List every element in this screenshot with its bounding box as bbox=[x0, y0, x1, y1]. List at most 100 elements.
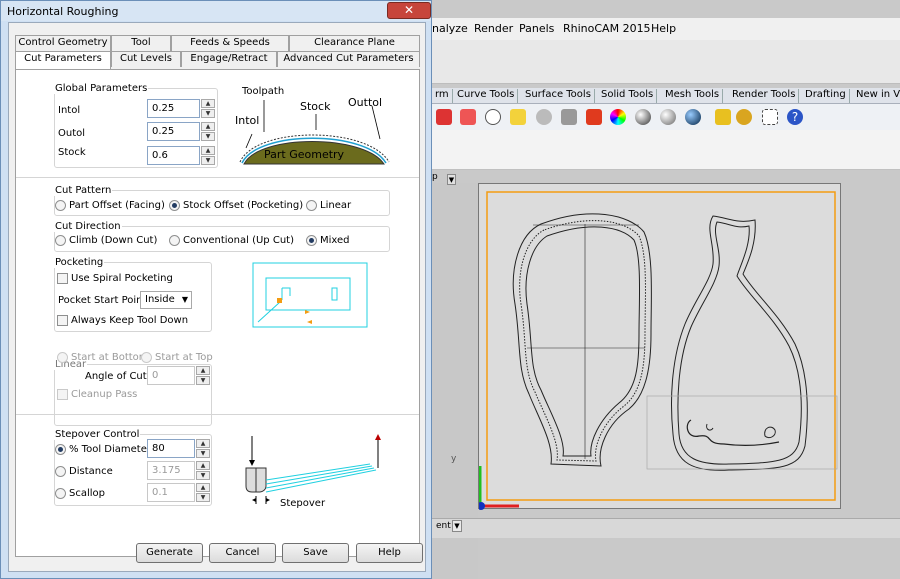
use-spiral-label[interactable]: Use Spiral Pocketing bbox=[71, 273, 173, 284]
tab-transform[interactable]: rm bbox=[432, 89, 453, 103]
part-offset-label[interactable]: Part Offset (Facing) bbox=[69, 200, 165, 211]
stock-spinner[interactable]: 0.6 ▲ ▼ bbox=[147, 146, 215, 165]
generate-button[interactable]: Generate bbox=[136, 543, 203, 563]
gear-icon[interactable] bbox=[736, 109, 752, 125]
close-button[interactable]: ✕ bbox=[387, 2, 431, 19]
linear-label[interactable]: Linear bbox=[320, 200, 351, 211]
tab-tool[interactable]: Tool bbox=[111, 35, 171, 51]
lightbulb-icon[interactable] bbox=[536, 109, 552, 125]
save-button[interactable]: Save bbox=[282, 543, 349, 563]
tab-mesh-tools[interactable]: Mesh Tools bbox=[662, 89, 724, 103]
intol-up-arrow-icon[interactable]: ▲ bbox=[201, 99, 215, 108]
light-cone-icon[interactable] bbox=[715, 109, 731, 125]
tool-diameter-up-arrow-icon[interactable]: ▲ bbox=[196, 439, 210, 448]
pocket-start-point-select[interactable]: Inside ▼ bbox=[140, 291, 192, 309]
scallop-up-arrow-icon[interactable]: ▲ bbox=[196, 483, 210, 492]
viewport-menu-arrow[interactable]: ▼ bbox=[447, 174, 456, 185]
car-icon-2[interactable] bbox=[460, 109, 476, 125]
stock-down-arrow-icon[interactable]: ▼ bbox=[201, 156, 215, 165]
tab-curve-tools[interactable]: Curve Tools bbox=[454, 89, 519, 103]
menu-panels[interactable]: Panels bbox=[519, 22, 554, 35]
angle-of-cuts-spinner[interactable]: 0 ▲ ▼ bbox=[147, 366, 210, 385]
tab-control-geometry[interactable]: Control Geometry bbox=[15, 35, 111, 51]
menu-render[interactable]: Render bbox=[474, 22, 513, 35]
tab-feeds-speeds[interactable]: Feeds & Speeds bbox=[171, 35, 289, 51]
radio-climb[interactable] bbox=[55, 235, 66, 246]
radio-distance[interactable] bbox=[55, 466, 66, 477]
material-icon[interactable] bbox=[586, 109, 602, 125]
tab-render-tools[interactable]: Render Tools bbox=[729, 89, 800, 103]
cancel-button[interactable]: Cancel bbox=[209, 543, 276, 563]
outol-down-arrow-icon[interactable]: ▼ bbox=[201, 132, 215, 141]
radio-linear[interactable] bbox=[306, 200, 317, 211]
dialog-titlebar[interactable]: Horizontal Roughing ✕ bbox=[1, 1, 431, 21]
radio-conventional[interactable] bbox=[169, 235, 180, 246]
tab-drafting[interactable]: Drafting bbox=[802, 89, 850, 103]
outol-up-arrow-icon[interactable]: ▲ bbox=[201, 122, 215, 131]
help-icon[interactable]: ? bbox=[787, 109, 803, 125]
radio-start-bottom[interactable] bbox=[57, 352, 68, 363]
menu-analyze[interactable]: nalyze bbox=[432, 22, 468, 35]
blue-sphere-icon[interactable] bbox=[685, 109, 701, 125]
distance-input[interactable]: 3.175 bbox=[147, 461, 195, 480]
tab-cut-levels[interactable]: Cut Levels bbox=[111, 51, 181, 67]
intol-down-arrow-icon[interactable]: ▼ bbox=[201, 109, 215, 118]
menu-rhinocam[interactable]: RhinoCAM 2015 bbox=[563, 22, 651, 35]
circle-point-icon[interactable] bbox=[485, 109, 501, 125]
lock-icon[interactable] bbox=[561, 109, 577, 125]
tab-engage-retract[interactable]: Engage/Retract bbox=[181, 51, 277, 67]
radio-part-offset[interactable] bbox=[55, 200, 66, 211]
tool-diameter-label[interactable]: % Tool Diameter bbox=[69, 444, 151, 455]
stock-up-arrow-icon[interactable]: ▲ bbox=[201, 146, 215, 155]
climb-label[interactable]: Climb (Down Cut) bbox=[69, 235, 157, 246]
tab-advanced-cut-parameters[interactable]: Advanced Cut Parameters bbox=[277, 51, 420, 67]
tool-diameter-input[interactable]: 80 bbox=[147, 439, 195, 458]
radio-tool-diameter[interactable] bbox=[55, 444, 66, 455]
distance-spinner[interactable]: 3.175 ▲ ▼ bbox=[147, 461, 210, 480]
start-top-label[interactable]: Start at Top bbox=[155, 352, 213, 363]
tool-diameter-spinner[interactable]: 80 ▲ ▼ bbox=[147, 439, 210, 458]
intol-spinner[interactable]: 0.25 ▲ ▼ bbox=[147, 99, 215, 118]
keep-tool-down-label[interactable]: Always Keep Tool Down bbox=[71, 315, 188, 326]
sphere-icon[interactable] bbox=[635, 109, 651, 125]
angle-down-arrow-icon[interactable]: ▼ bbox=[196, 376, 210, 385]
viewport[interactable]: y bbox=[451, 183, 841, 510]
scallop-spinner[interactable]: 0.1 ▲ ▼ bbox=[147, 483, 210, 502]
hierarchy-icon[interactable] bbox=[762, 109, 778, 125]
tool-diameter-down-arrow-icon[interactable]: ▼ bbox=[196, 449, 210, 458]
distance-down-arrow-icon[interactable]: ▼ bbox=[196, 471, 210, 480]
radio-start-top[interactable] bbox=[141, 352, 152, 363]
help-button[interactable]: Help bbox=[356, 543, 423, 563]
tab-surface-tools[interactable]: Surface Tools bbox=[522, 89, 595, 103]
outol-input[interactable]: 0.25 bbox=[147, 122, 200, 141]
angle-up-arrow-icon[interactable]: ▲ bbox=[196, 366, 210, 375]
shaded-sphere-icon[interactable] bbox=[660, 109, 676, 125]
stock-offset-label[interactable]: Stock Offset (Pocketing) bbox=[183, 200, 303, 211]
radio-stock-offset[interactable] bbox=[169, 200, 180, 211]
tab-new-in-v5[interactable]: New in V5 bbox=[853, 89, 900, 103]
menu-help[interactable]: Help bbox=[651, 22, 676, 35]
mixed-label[interactable]: Mixed bbox=[320, 235, 350, 246]
cleanup-pass-label[interactable]: Cleanup Pass bbox=[71, 389, 137, 400]
stock-input[interactable]: 0.6 bbox=[147, 146, 200, 165]
radio-scallop[interactable] bbox=[55, 488, 66, 499]
outol-spinner[interactable]: 0.25 ▲ ▼ bbox=[147, 122, 215, 141]
scallop-label[interactable]: Scallop bbox=[69, 488, 105, 499]
tab-cut-parameters[interactable]: Cut Parameters bbox=[15, 51, 111, 69]
tab-clearance-plane[interactable]: Clearance Plane bbox=[289, 35, 420, 51]
angle-of-cuts-input[interactable]: 0 bbox=[147, 366, 195, 385]
scallop-input[interactable]: 0.1 bbox=[147, 483, 195, 502]
distance-label[interactable]: Distance bbox=[69, 466, 113, 477]
distance-up-arrow-icon[interactable]: ▲ bbox=[196, 461, 210, 470]
conventional-label[interactable]: Conventional (Up Cut) bbox=[183, 235, 294, 246]
intol-input[interactable]: 0.25 bbox=[147, 99, 200, 118]
start-bottom-label[interactable]: Start at Bottom bbox=[71, 352, 149, 363]
use-spiral-checkbox[interactable] bbox=[57, 273, 68, 284]
cleanup-pass-checkbox[interactable] bbox=[57, 389, 68, 400]
tab-solid-tools[interactable]: Solid Tools bbox=[598, 89, 658, 103]
bottom-drop-arrow[interactable]: ▼ bbox=[452, 520, 462, 532]
keep-tool-down-checkbox[interactable] bbox=[57, 315, 68, 326]
color-wheel-icon[interactable] bbox=[610, 109, 626, 125]
bottom-viewport-label[interactable]: ent bbox=[436, 521, 451, 531]
points-icon[interactable] bbox=[510, 109, 526, 125]
